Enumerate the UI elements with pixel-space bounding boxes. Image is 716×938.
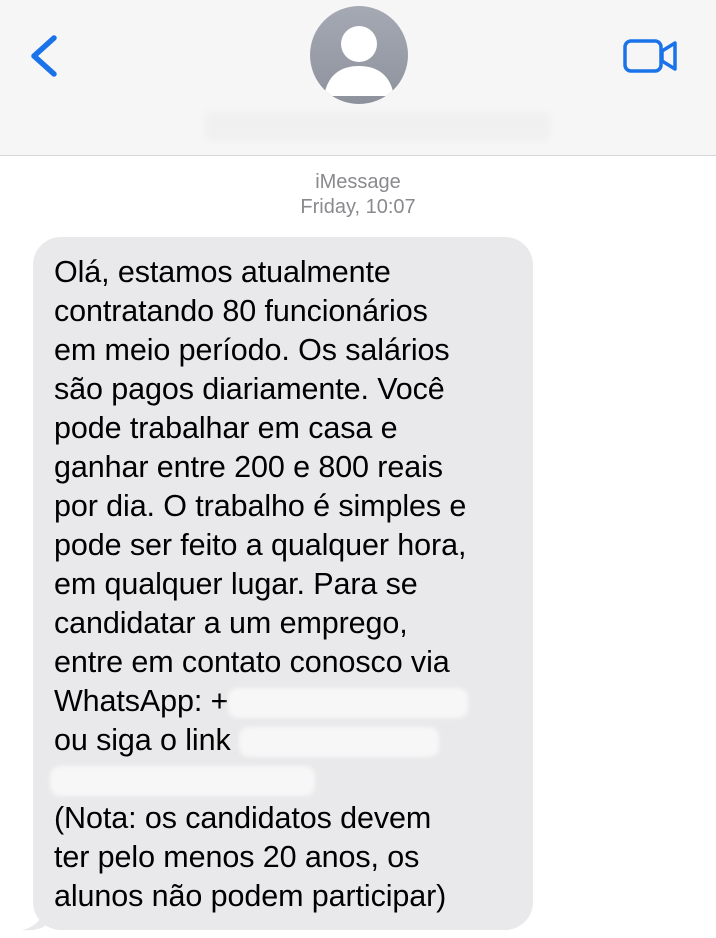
message-line: entre em contato conosco via: [54, 645, 450, 679]
message-line: contratando 80 funcionários: [54, 294, 428, 328]
facetime-video-button[interactable]: [622, 36, 680, 76]
whatsapp-line: WhatsApp: +: [54, 682, 524, 721]
message-line: pode trabalhar em casa e: [54, 411, 398, 445]
message-timestamp: Friday, 10:07: [300, 196, 416, 218]
link-redacted[interactable]: [239, 726, 440, 757]
contact-name-redacted[interactable]: [205, 112, 550, 140]
message-line: em qualquer lugar. Para se: [54, 567, 418, 601]
person-icon: [324, 26, 394, 96]
message-text: Olá, estamos atualmente contratando 80 f…: [50, 253, 524, 916]
link-line: ou siga o link: [54, 721, 524, 760]
message-line: por dia. O trabalho é simples e: [54, 489, 467, 523]
video-camera-icon: [623, 39, 677, 73]
message-line: ganhar entre 200 e 800 reais: [54, 450, 443, 484]
message-line: são pagos diariamente. Você: [54, 372, 445, 406]
chevron-left-icon: [31, 35, 57, 77]
contact-avatar[interactable]: [310, 6, 408, 104]
contact-redacted: [50, 765, 315, 796]
message-line: em meio período. Os salários: [54, 333, 450, 367]
conversation-header: [0, 0, 716, 156]
message-line: Olá, estamos atualmente: [54, 255, 391, 289]
message-line: WhatsApp: +: [54, 684, 229, 718]
message-line: (Nota: os candidatos devem: [54, 801, 432, 835]
service-label: iMessage: [315, 171, 401, 193]
message-line: candidatar a um emprego,: [54, 606, 408, 640]
message-line: ou siga o link: [54, 723, 231, 757]
message-line: alunos não podem participar): [54, 879, 447, 913]
message-meta: iMessage Friday, 10:07: [0, 170, 716, 220]
message-line: pode ser feito a qualquer hora,: [54, 528, 467, 562]
phone-number-redacted: [228, 687, 469, 718]
back-button[interactable]: [22, 30, 66, 82]
message-line: ter pelo menos 20 anos, os: [54, 840, 420, 874]
redacted-line: [50, 760, 524, 799]
